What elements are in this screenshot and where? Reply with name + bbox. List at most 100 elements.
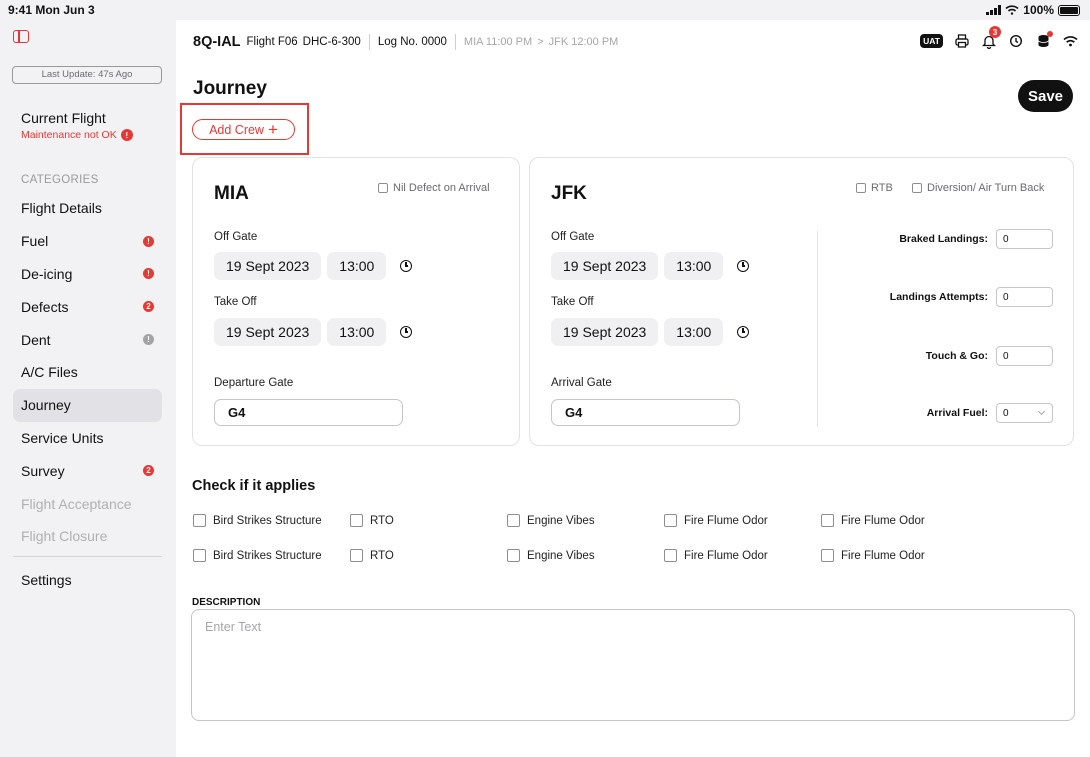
nil-defect-label: Nil Defect on Arrival xyxy=(393,182,490,194)
arrival-fuel-label: Arrival Fuel: xyxy=(926,407,988,419)
check-fire-flume-odor[interactable]: Fire Flume Odor xyxy=(664,549,768,562)
off-gate-date[interactable]: 19 Sept 2023 xyxy=(214,252,322,280)
environment-badge: UAT xyxy=(920,34,943,48)
clock-icon[interactable] xyxy=(400,326,413,338)
log-number: Log No. 0000 xyxy=(377,36,447,48)
sidebar-item-de-icing[interactable]: De-icing! xyxy=(13,258,162,291)
destination-time: JFK 12:00 PM xyxy=(548,36,619,48)
braked-landings-label: Braked Landings: xyxy=(899,233,988,245)
arrival-fuel-field: Arrival Fuel: 0 xyxy=(927,403,1053,423)
take-off-time[interactable]: 13:00 xyxy=(327,318,387,346)
departure-code: MIA xyxy=(214,183,249,204)
departure-gate-input[interactable]: G4 xyxy=(214,399,403,426)
touch-go-field: Touch & Go: 0 xyxy=(926,346,1053,366)
sidebar-item-fuel[interactable]: Fuel! xyxy=(13,225,162,258)
save-button[interactable]: Save xyxy=(1018,80,1073,112)
sidebar-item-defects[interactable]: Defects 2 xyxy=(13,290,162,323)
sidebar-item-label: Defects xyxy=(21,298,69,315)
sidebar-item-journey[interactable]: Journey xyxy=(13,388,162,422)
sidebar-item-ac-files[interactable]: A/C Files xyxy=(13,356,162,389)
sidebar: Last Update: 47s Ago Current Flight Main… xyxy=(0,20,176,757)
database-icon[interactable] xyxy=(1035,31,1053,49)
printer-icon[interactable] xyxy=(954,33,970,49)
arrival-code: JFK xyxy=(551,183,587,204)
chevron-down-icon xyxy=(1037,407,1046,416)
check-engine-vibes[interactable]: Engine Vibes xyxy=(507,514,595,527)
check-fire-flume-odor[interactable]: Fire Flume Odor xyxy=(821,549,925,562)
off-gate-time[interactable]: 13:00 xyxy=(327,252,387,280)
sidebar-item-label: Service Units xyxy=(21,429,104,446)
sidebar-item-label: De-icing xyxy=(21,265,73,282)
status-bar: 9:41 Mon Jun 3 100% xyxy=(0,0,1090,20)
history-icon[interactable] xyxy=(1008,33,1024,49)
rtb-label: RTB xyxy=(871,182,893,194)
check-fire-flume-odor[interactable]: Fire Flume Odor xyxy=(664,514,768,527)
sidebar-item-survey[interactable]: Survey 2 xyxy=(13,454,162,487)
check-engine-vibes[interactable]: Engine Vibes xyxy=(507,549,595,562)
take-off-datetime: 19 Sept 2023 13:00 xyxy=(214,318,413,346)
sidebar-item-label: A/C Files xyxy=(21,364,78,381)
off-gate-label: Off Gate xyxy=(214,231,258,243)
take-off-date[interactable]: 19 Sept 2023 xyxy=(214,318,322,346)
check-fire-flume-odor[interactable]: Fire Flume Odor xyxy=(821,514,925,527)
sidebar-toggle-icon[interactable] xyxy=(13,30,29,43)
departure-card: MIA Nil Defect on Arrival Off Gate 19 Se… xyxy=(192,157,520,446)
sidebar-item-service-units[interactable]: Service Units xyxy=(13,422,162,455)
clock-icon[interactable] xyxy=(737,260,750,272)
current-flight[interactable]: Current Flight Maintenance not OK ! xyxy=(21,110,133,141)
bell-icon[interactable]: 3 xyxy=(981,26,1001,49)
check-bird-strikes[interactable]: Bird Strikes Structure xyxy=(193,549,322,562)
clock-icon[interactable] xyxy=(737,326,750,338)
take-off-time[interactable]: 13:00 xyxy=(664,318,724,346)
sidebar-item-label: Survey xyxy=(21,462,65,479)
add-crew-button[interactable]: Add Crew + xyxy=(192,119,295,140)
landing-attempts-input[interactable]: 0 xyxy=(996,287,1053,307)
add-crew-label: Add Crew xyxy=(209,122,264,137)
check-label: Fire Flume Odor xyxy=(841,549,925,562)
check-rto[interactable]: RTO xyxy=(350,549,394,562)
sidebar-nav: Flight Details Fuel! De-icing! Defects 2 … xyxy=(13,192,162,553)
checkbox-icon xyxy=(507,549,520,562)
arrival-card: JFK RTB Diversion/ Air Turn Back Off Gat… xyxy=(529,157,1074,446)
departure-gate-label: Departure Gate xyxy=(214,377,294,389)
aircraft-type: DHC-6-300 xyxy=(302,36,361,48)
take-off-date[interactable]: 19 Sept 2023 xyxy=(551,318,659,346)
off-gate-date[interactable]: 19 Sept 2023 xyxy=(551,252,659,280)
sidebar-item-dent[interactable]: Dent! xyxy=(13,323,162,356)
take-off-datetime: 19 Sept 2023 13:00 xyxy=(551,318,750,346)
checkbox-icon xyxy=(664,514,677,527)
sidebar-item-settings[interactable]: Settings xyxy=(21,572,72,588)
sidebar-item-flight-details[interactable]: Flight Details xyxy=(13,192,162,225)
clock-icon[interactable] xyxy=(400,260,413,272)
off-gate-time[interactable]: 13:00 xyxy=(664,252,724,280)
sidebar-item-label: Flight Acceptance xyxy=(21,495,132,512)
take-off-label: Take Off xyxy=(551,296,594,308)
checkbox-icon xyxy=(193,549,206,562)
rtb-checkbox[interactable]: RTB xyxy=(856,182,893,194)
check-rto[interactable]: RTO xyxy=(350,514,394,527)
arrival-fuel-select[interactable]: 0 xyxy=(996,403,1053,423)
touch-go-input[interactable]: 0 xyxy=(996,346,1053,366)
last-update-button[interactable]: Last Update: 47s Ago xyxy=(12,66,162,84)
take-off-label: Take Off xyxy=(214,296,257,308)
diversion-checkbox[interactable]: Diversion/ Air Turn Back xyxy=(912,182,1044,194)
notification-count: 3 xyxy=(989,26,1001,38)
wifi-icon[interactable] xyxy=(1062,33,1078,49)
cellular-icon xyxy=(986,5,1002,15)
check-label: Fire Flume Odor xyxy=(841,514,925,527)
check-label: Fire Flume Odor xyxy=(684,549,768,562)
checkbox-icon xyxy=(507,514,520,527)
off-gate-datetime: 19 Sept 2023 13:00 xyxy=(551,252,750,280)
nil-defect-checkbox[interactable]: Nil Defect on Arrival xyxy=(378,182,490,194)
description-textarea[interactable]: Enter Text xyxy=(191,609,1075,721)
count-badge: 2 xyxy=(143,301,154,313)
sidebar-item-label: Flight Closure xyxy=(21,528,108,545)
check-bird-strikes[interactable]: Bird Strikes Structure xyxy=(193,514,322,527)
checkbox-icon xyxy=(821,514,834,527)
braked-landings-input[interactable]: 0 xyxy=(996,229,1053,249)
checkbox-icon xyxy=(350,549,363,562)
off-gate-label: Off Gate xyxy=(551,231,595,243)
arrival-gate-input[interactable]: G4 xyxy=(551,399,740,426)
header-toolbar: UAT 3 xyxy=(920,26,1078,51)
checkbox-icon xyxy=(856,183,866,193)
